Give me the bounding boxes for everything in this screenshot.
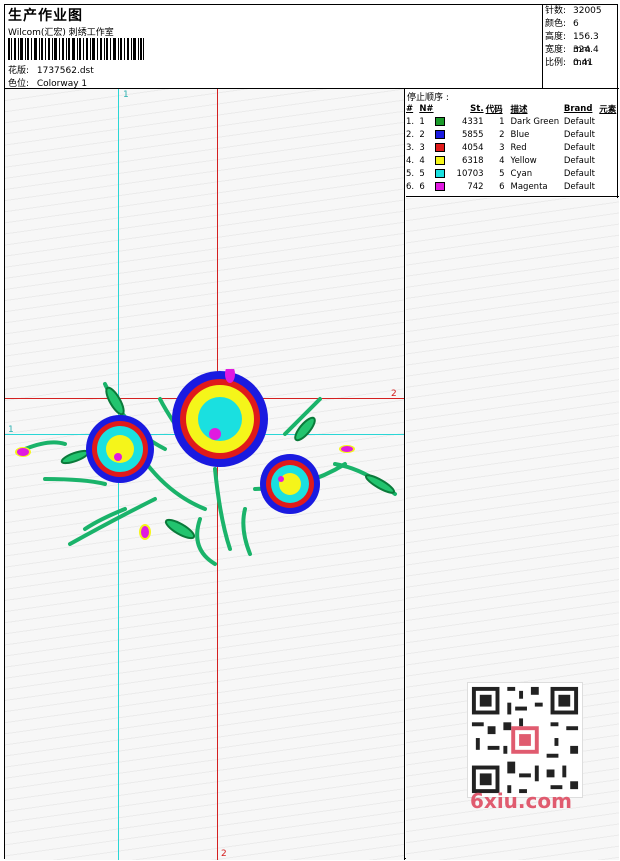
file-label: 花版: — [8, 66, 30, 76]
col-swatch — [435, 103, 449, 115]
flower-right — [260, 454, 320, 514]
page-title: 生产作业图 — [8, 8, 83, 24]
watermark-text: 6xiu.com — [470, 789, 572, 813]
file-line: 花版: 1737562.dst — [8, 63, 94, 76]
colorway-value: Colorway 1 — [36, 79, 88, 89]
stat-colors: 颜色: 6 — [545, 19, 579, 29]
cyan-guide-label-top: 1 — [123, 90, 129, 100]
header-info: 生产作业图 Wilcom(汇宏) 刺绣工作室 花版: 1737562.dst 色… — [5, 5, 542, 89]
stat-height: 高度: 156.3 mm — [545, 32, 599, 55]
file-value: 1737562.dst — [36, 66, 94, 76]
stats-panel: 针数: 32005 颜色: 6 高度: 156.3 mm 宽度: 324.4 mm 比例… — [542, 5, 619, 89]
colorway-line: 色位: Colorway 1 — [8, 76, 87, 89]
stat-width: 宽度: 324.4 mm — [545, 45, 599, 68]
studio-subtitle: Wilcom(汇宏) 刺绣工作室 — [8, 28, 114, 38]
col-brand: Brand — [563, 104, 593, 114]
color-swatch — [435, 181, 446, 191]
color-swatch — [435, 155, 446, 165]
col-desc: 描述 — [510, 105, 528, 115]
col-n: N# — [419, 104, 434, 114]
stat-scale: 比例: 0.41 — [545, 58, 594, 68]
stat-stitches: 针数: 32005 — [545, 6, 602, 16]
colorway-label: 色位: — [8, 79, 30, 89]
embroidery-design — [15, 369, 397, 566]
table-header-row: # N# St. 代码 描述 Brand 元素 — [406, 103, 619, 115]
col-index: # — [406, 104, 414, 114]
col-code: 代码 — [485, 105, 503, 115]
table-row: 1. 1 4331 1 Dark Green Default — [406, 116, 595, 127]
flower-center — [172, 369, 268, 467]
col-element: 元素 — [599, 105, 617, 115]
design-canvas: 1 1 2 2 — [5, 89, 405, 860]
stop-sequence-heading: 停止顺序 : — [407, 93, 449, 103]
color-swatch — [435, 129, 446, 139]
red-guide-label-bottom: 2 — [221, 849, 227, 859]
color-table: # N# St. 代码 描述 Brand 元素 1. 1 4331 1 Dark… — [406, 103, 619, 193]
col-stitches: St. — [470, 104, 484, 114]
table-row: 5. 5 10703 5 Cyan Default — [406, 168, 595, 179]
color-swatch — [435, 116, 446, 126]
color-sequence-table: 停止顺序 : # N# St. 代码 描述 Brand 元素 1. 1 4331… — [406, 89, 619, 197]
table-row: 2. 2 5855 2 Blue Default — [406, 129, 595, 140]
table-row: 4. 4 6318 4 Yellow Default — [406, 155, 595, 166]
qr-code-image — [467, 682, 583, 798]
table-row: 3. 3 4054 3 Red Default — [406, 142, 595, 153]
flower-left — [86, 415, 154, 483]
color-swatch — [435, 168, 446, 178]
color-swatch — [435, 142, 446, 152]
barcode-image — [8, 38, 144, 60]
table-row: 6. 6 742 6 Magenta Default — [406, 181, 595, 192]
